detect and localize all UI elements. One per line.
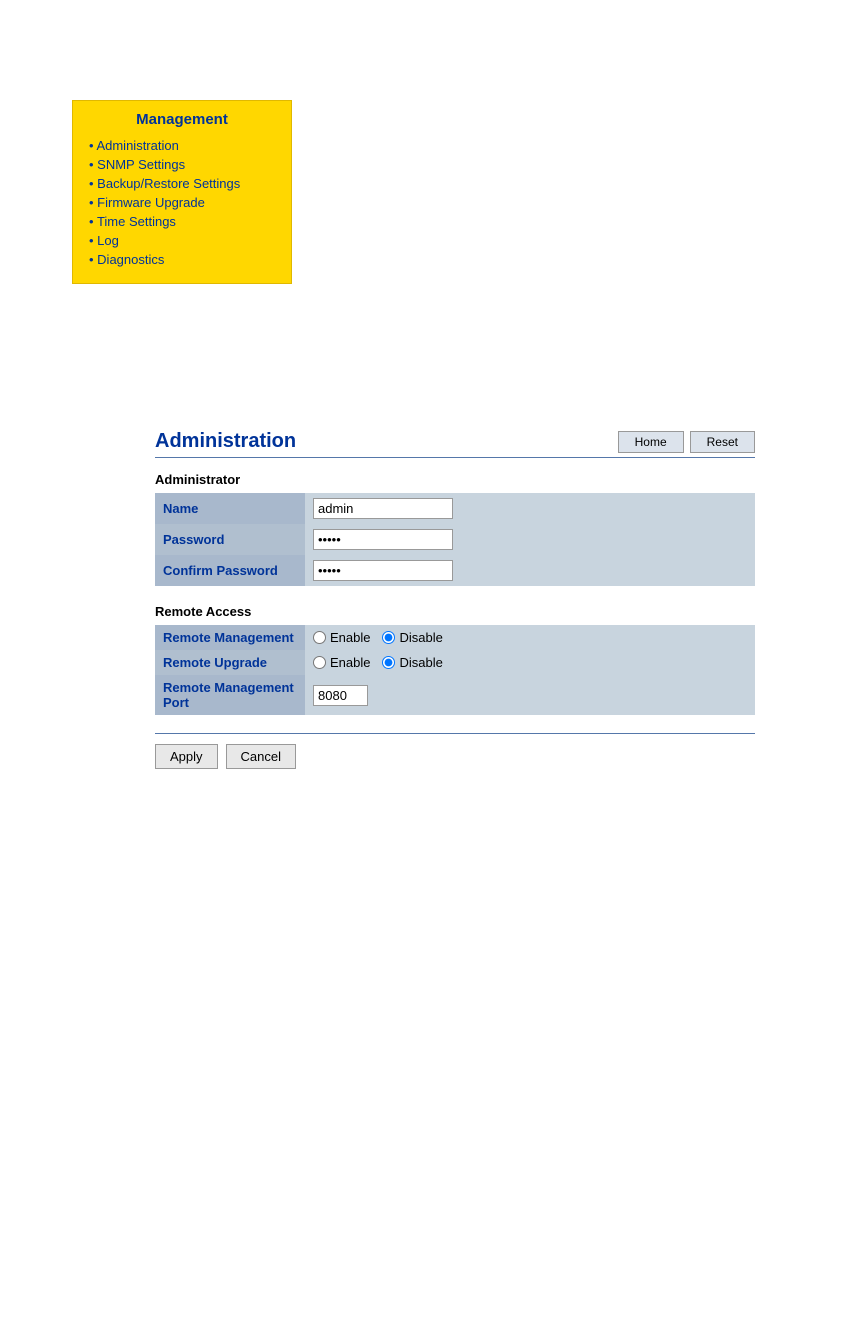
remote-management-disable-radio[interactable] — [382, 631, 395, 644]
remote-management-cell: Enable Disable — [305, 625, 755, 650]
remote-management-row: Remote Management Enable Disable — [155, 625, 755, 650]
nav-item-time-settings[interactable]: Time Settings — [89, 212, 279, 231]
name-input[interactable] — [313, 498, 453, 519]
action-buttons: Apply Cancel — [155, 744, 755, 769]
reset-button[interactable]: Reset — [690, 431, 755, 453]
administrator-table: Name Password Confirm Password — [155, 493, 755, 586]
nav-item-firmware-upgrade[interactable]: Firmware Upgrade — [89, 193, 279, 212]
remote-upgrade-row: Remote Upgrade Enable Disable — [155, 650, 755, 675]
nav-title: Management — [85, 111, 279, 128]
header-divider — [155, 457, 755, 458]
page-title: Administration — [155, 430, 296, 453]
remote-upgrade-enable-label[interactable]: Enable — [330, 655, 370, 670]
remote-access-section-label: Remote Access — [155, 604, 755, 619]
remote-management-port-input[interactable] — [313, 685, 368, 706]
nav-list: Administration SNMP Settings Backup/Rest… — [85, 136, 279, 269]
name-label: Name — [155, 493, 305, 524]
cancel-button[interactable]: Cancel — [226, 744, 296, 769]
password-input[interactable] — [313, 529, 453, 550]
password-cell — [305, 524, 755, 555]
remote-upgrade-cell: Enable Disable — [305, 650, 755, 675]
nav-item-log[interactable]: Log — [89, 231, 279, 250]
nav-panel: Management Administration SNMP Settings … — [72, 100, 292, 284]
main-content: Administration Home Reset Administrator … — [155, 430, 755, 769]
remote-management-enable-radio[interactable] — [313, 631, 326, 644]
confirm-password-input[interactable] — [313, 560, 453, 581]
remote-management-radio-group: Enable Disable — [313, 630, 747, 645]
remote-upgrade-label: Remote Upgrade — [155, 650, 305, 675]
remote-management-label: Remote Management — [155, 625, 305, 650]
remote-management-port-cell — [305, 675, 755, 715]
remote-access-table: Remote Management Enable Disable Remote … — [155, 625, 755, 715]
name-row: Name — [155, 493, 755, 524]
nav-item-snmp-settings[interactable]: SNMP Settings — [89, 155, 279, 174]
remote-upgrade-disable-radio[interactable] — [382, 656, 395, 669]
nav-item-diagnostics[interactable]: Diagnostics — [89, 250, 279, 269]
remote-upgrade-disable-label[interactable]: Disable — [399, 655, 442, 670]
nav-item-administration[interactable]: Administration — [89, 136, 279, 155]
confirm-password-row: Confirm Password — [155, 555, 755, 586]
remote-management-port-label: Remote Management Port — [155, 675, 305, 715]
remote-upgrade-radio-group: Enable Disable — [313, 655, 747, 670]
password-label: Password — [155, 524, 305, 555]
home-button[interactable]: Home — [618, 431, 684, 453]
confirm-password-cell — [305, 555, 755, 586]
name-cell — [305, 493, 755, 524]
remote-upgrade-enable-radio[interactable] — [313, 656, 326, 669]
confirm-password-label: Confirm Password — [155, 555, 305, 586]
password-row: Password — [155, 524, 755, 555]
apply-button[interactable]: Apply — [155, 744, 218, 769]
header-buttons: Home Reset — [618, 431, 755, 453]
administrator-section-label: Administrator — [155, 472, 755, 487]
page-header: Administration Home Reset — [155, 430, 755, 453]
remote-management-port-row: Remote Management Port — [155, 675, 755, 715]
remote-management-disable-label[interactable]: Disable — [399, 630, 442, 645]
nav-item-backup-restore[interactable]: Backup/Restore Settings — [89, 174, 279, 193]
bottom-divider — [155, 733, 755, 734]
remote-management-enable-label[interactable]: Enable — [330, 630, 370, 645]
